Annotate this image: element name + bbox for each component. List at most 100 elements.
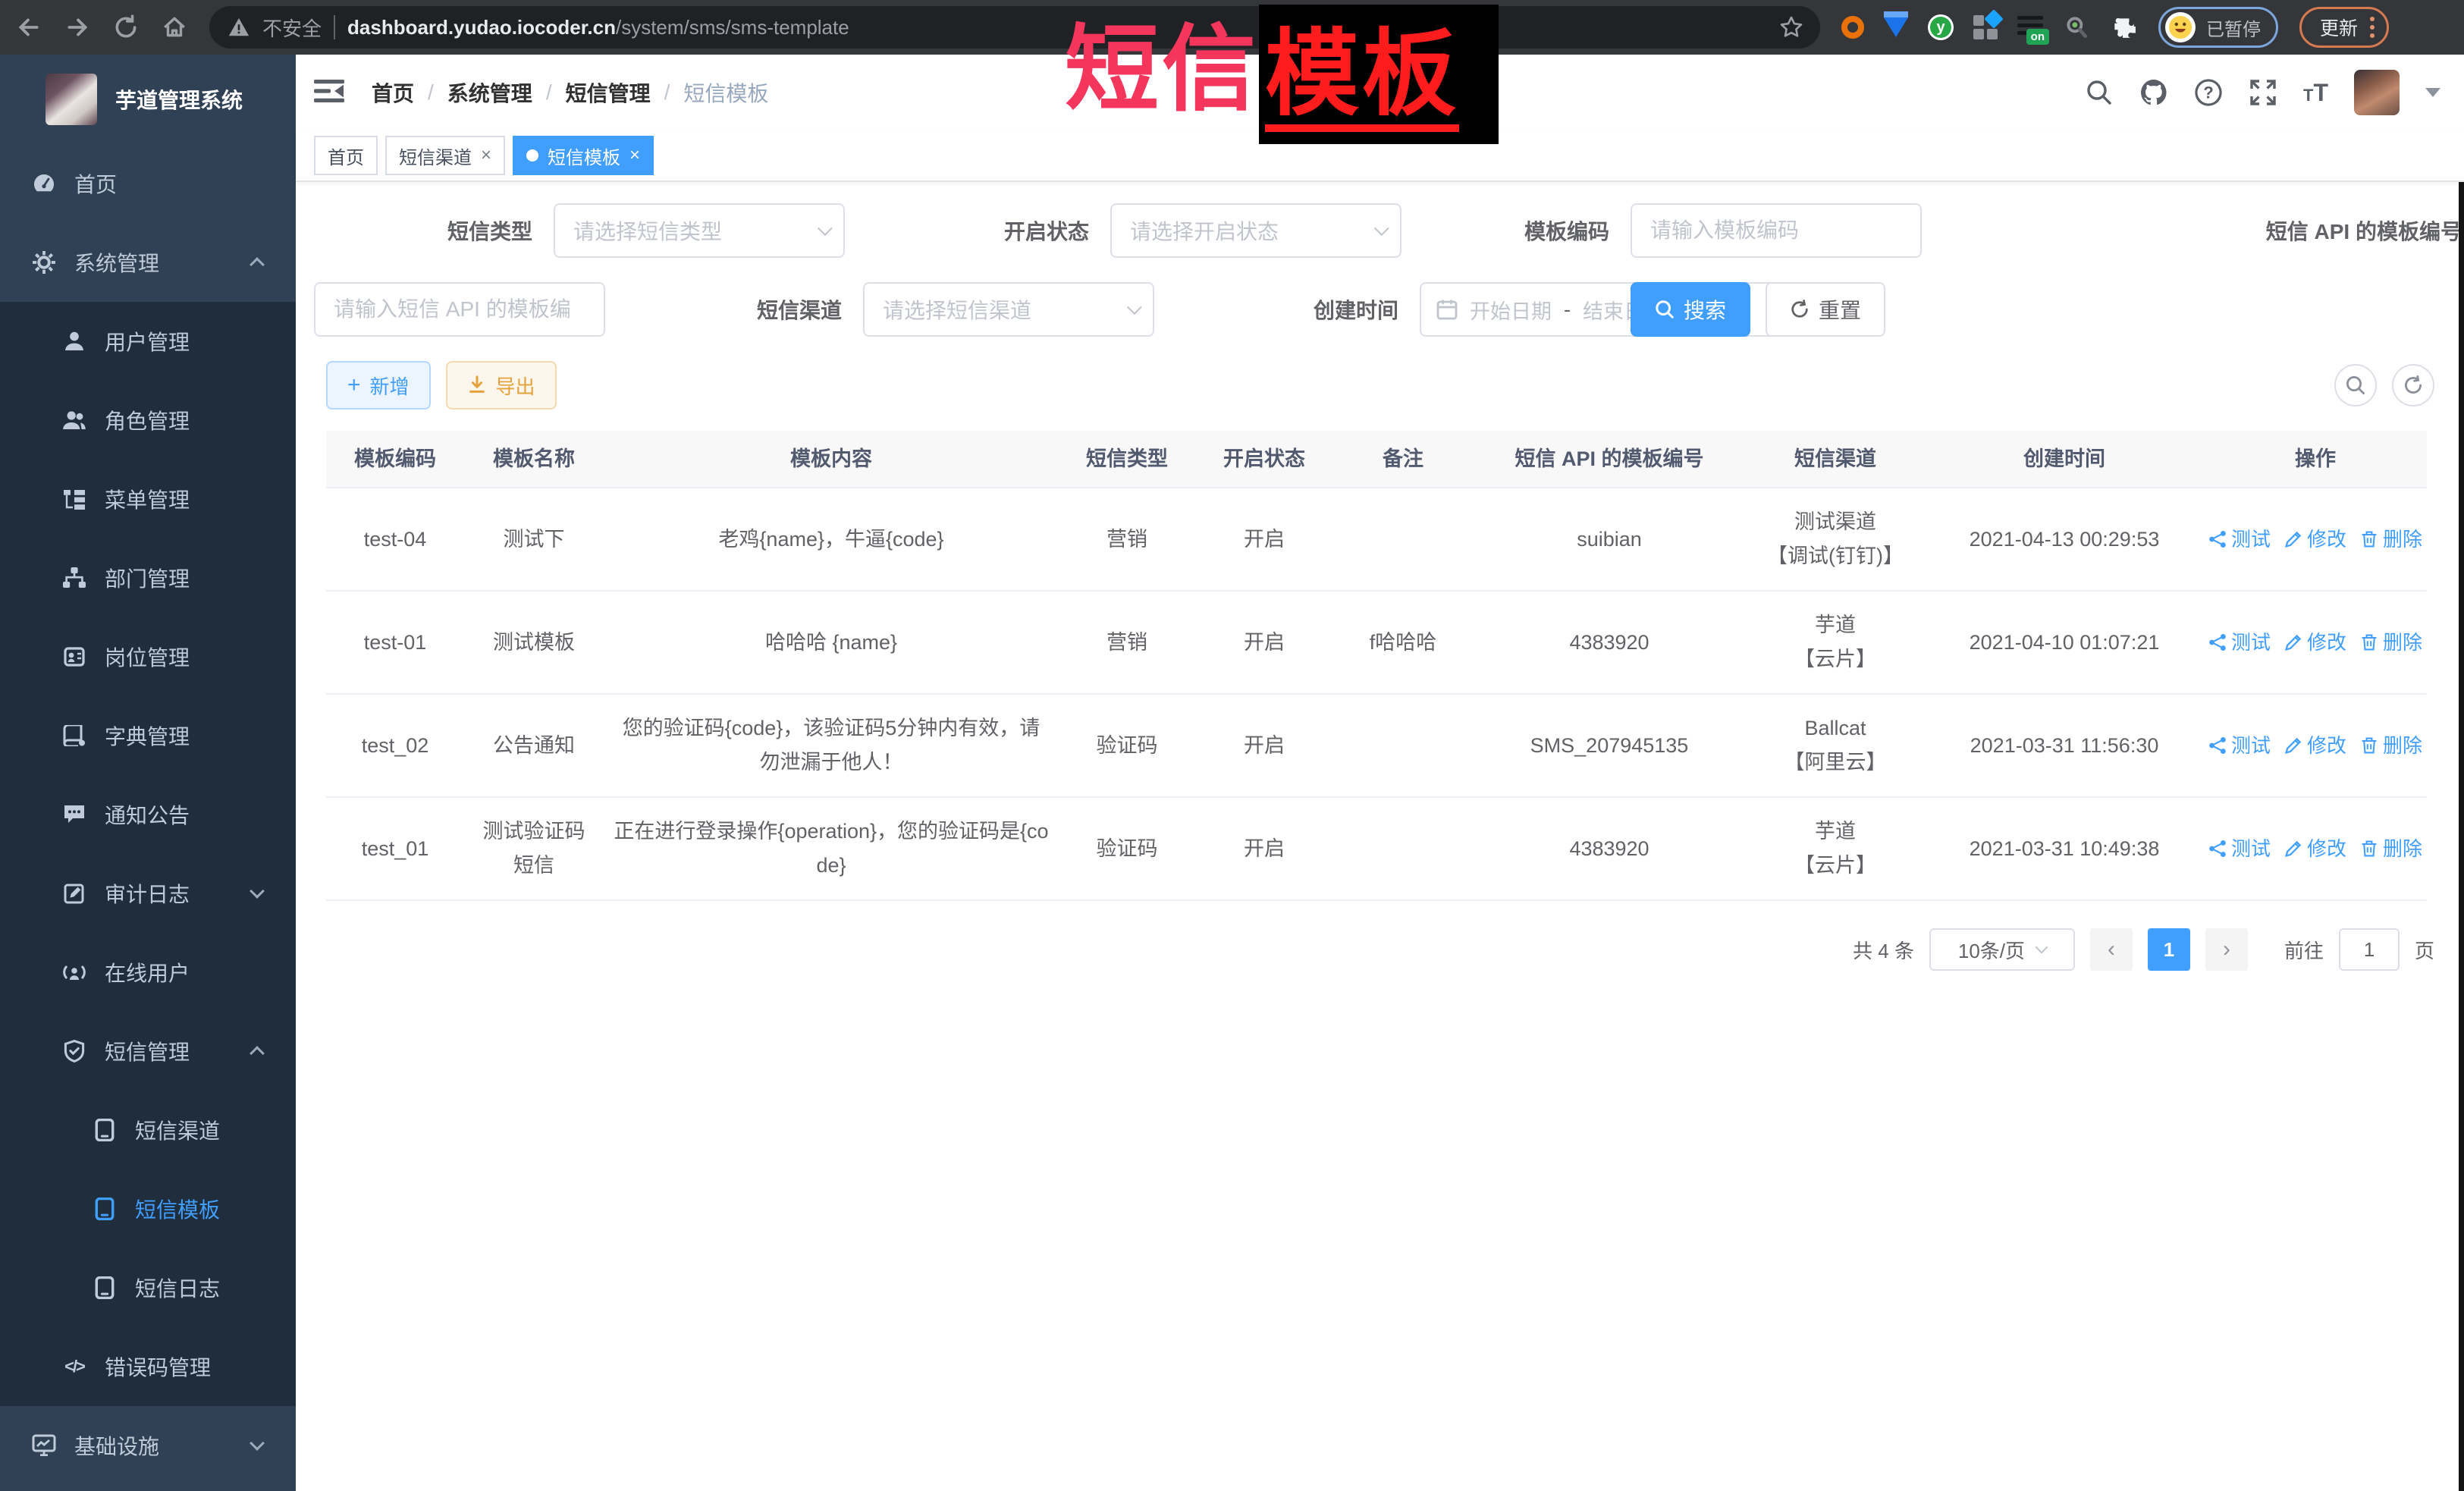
list-extension-icon[interactable]: on <box>2017 16 2043 39</box>
search-form: 短信类型 请选择短信类型 开启状态 请选择开启状态 模板编码 短信 API 的模… <box>296 182 2464 337</box>
table-row: test-01 测试模板 哈哈哈 {name} 营销 开启 f哈哈哈 43839… <box>326 592 2427 695</box>
logo-image <box>46 74 97 125</box>
puzzle-extensions-icon[interactable] <box>2110 14 2137 41</box>
cell-channel: 测试渠道【调试(钉钉)】 <box>1746 496 1925 582</box>
sidebar-item-system[interactable]: 系统管理 <box>0 223 296 302</box>
green-circle-extension-icon[interactable]: y <box>1928 14 1954 40</box>
tab-sms-template[interactable]: 短信模板× <box>513 136 654 175</box>
browser-menu-kebab-icon[interactable] <box>2370 17 2375 38</box>
cell-sms-type: 营销 <box>1059 617 1195 669</box>
back-icon[interactable] <box>15 14 42 41</box>
magnifier-extension-icon[interactable] <box>2063 14 2090 41</box>
forward-icon[interactable] <box>64 14 91 41</box>
search-button[interactable]: 搜索 <box>1631 282 1750 337</box>
test-link[interactable]: 测试 <box>2208 626 2271 659</box>
reload-icon[interactable] <box>112 14 140 41</box>
sidebar-item-sms-channel[interactable]: 短信渠道 <box>0 1091 296 1169</box>
sidebar-item-roles[interactable]: 角色管理 <box>0 381 296 460</box>
sidebar-item-posts[interactable]: 岗位管理 <box>0 617 296 696</box>
edit-link[interactable]: 修改 <box>2284 626 2346 659</box>
page-scrollbar[interactable] <box>2459 182 2464 1491</box>
page-content: 短信类型 请选择短信类型 开启状态 请选择开启状态 模板编码 短信 API 的模… <box>296 182 2464 1491</box>
cell-sms-type: 验证码 <box>1059 720 1195 772</box>
chevron-down-icon <box>1374 221 1389 236</box>
tab-sms-channel[interactable]: 短信渠道× <box>385 136 505 175</box>
user-avatar[interactable] <box>2354 70 2400 115</box>
chevron-up-icon <box>250 257 265 272</box>
show-search-toggle-button[interactable] <box>2334 364 2377 406</box>
sidebar-item-home[interactable]: 首页 <box>0 144 296 223</box>
page-size-select[interactable]: 10条/页 <box>1929 928 2075 971</box>
sidebar-item-infrastructure[interactable]: 基础设施 <box>0 1406 296 1485</box>
cell-sms-type: 验证码 <box>1059 823 1195 875</box>
add-button[interactable]: + 新增 <box>326 361 431 410</box>
breadcrumb-home[interactable]: 首页 <box>372 77 414 108</box>
sidebar-item-sms-log[interactable]: 短信日志 <box>0 1248 296 1327</box>
current-page[interactable]: 1 <box>2148 928 2190 971</box>
search-icon[interactable] <box>2085 78 2114 107</box>
cell-operations: 测试 修改 删除 <box>2204 824 2427 874</box>
test-link[interactable]: 测试 <box>2208 523 2271 556</box>
refresh-table-button[interactable] <box>2392 364 2434 406</box>
sidebar-item-audit-log[interactable]: 审计日志 <box>0 854 296 933</box>
sidebar-item-online-users[interactable]: 在线用户 <box>0 933 296 1012</box>
grid-extension-icon[interactable] <box>1973 15 1998 39</box>
tab-home[interactable]: 首页 <box>314 136 378 175</box>
sms-type-label: 短信类型 <box>314 215 535 246</box>
export-button[interactable]: 导出 <box>446 361 557 410</box>
sidebar-item-sms-management[interactable]: 短信管理 <box>0 1012 296 1091</box>
edit-link[interactable]: 修改 <box>2284 523 2346 556</box>
font-size-icon[interactable]: TT <box>2303 79 2328 107</box>
fullscreen-icon[interactable] <box>2249 78 2277 107</box>
sidebar-item-label: 短信模板 <box>135 1194 220 1224</box>
sidebar-item-menus[interactable]: 菜单管理 <box>0 460 296 538</box>
edit-link[interactable]: 修改 <box>2284 730 2346 762</box>
gem-extension-icon[interactable] <box>1884 17 1908 37</box>
sidebar-item-dictionary[interactable]: 字典管理 <box>0 696 296 775</box>
status-select[interactable]: 请选择开启状态 <box>1110 203 1401 258</box>
update-label: 更新 <box>2320 14 2358 41</box>
breadcrumb-sms[interactable]: 短信管理 <box>566 77 651 108</box>
prev-page-button[interactable]: ‹ <box>2090 928 2133 971</box>
help-question-icon[interactable]: ? <box>2194 78 2223 107</box>
close-icon[interactable]: × <box>481 145 491 166</box>
test-link[interactable]: 测试 <box>2208 833 2271 865</box>
sidebar-item-sms-template[interactable]: 短信模板 <box>0 1169 296 1248</box>
delete-link[interactable]: 删除 <box>2360 523 2422 556</box>
browser-profile-button[interactable]: 已暂停 <box>2158 7 2278 48</box>
edit-link[interactable]: 修改 <box>2284 833 2346 865</box>
reset-button[interactable]: 重置 <box>1766 282 1885 337</box>
template-code-input[interactable] <box>1631 203 1922 258</box>
sidebar-item-departments[interactable]: 部门管理 <box>0 538 296 617</box>
delete-link[interactable]: 删除 <box>2360 833 2422 865</box>
browser-update-button[interactable]: 更新 <box>2299 7 2389 48</box>
phone-icon <box>93 1198 117 1220</box>
address-bar[interactable]: 不安全 dashboard.yudao.iocoder.cn/system/sm… <box>209 6 1820 49</box>
home-icon[interactable] <box>161 14 188 41</box>
github-icon[interactable] <box>2139 78 2168 107</box>
next-page-button[interactable]: › <box>2205 928 2248 971</box>
test-link[interactable]: 测试 <box>2208 730 2271 762</box>
sidebar-item-label: 短信日志 <box>135 1273 220 1303</box>
close-icon[interactable]: × <box>629 145 640 166</box>
sidebar-item-users[interactable]: 用户管理 <box>0 302 296 381</box>
bookmark-star-icon[interactable] <box>1778 14 1805 41</box>
delete-link[interactable]: 删除 <box>2360 730 2422 762</box>
sidebar-item-announcements[interactable]: 通知公告 <box>0 775 296 854</box>
users-icon <box>62 410 86 431</box>
delete-link[interactable]: 删除 <box>2360 626 2422 659</box>
goto-page-input[interactable] <box>2339 928 2400 971</box>
logo-row[interactable]: 芋道管理系统 <box>0 55 296 144</box>
hamburger-icon[interactable] <box>314 77 344 108</box>
breadcrumb-system[interactable]: 系统管理 <box>447 77 532 108</box>
orange-donut-extension-icon[interactable] <box>1841 16 1864 39</box>
sidebar-item-label: 字典管理 <box>105 720 190 751</box>
sms-type-select[interactable]: 请选择短信类型 <box>554 203 845 258</box>
sidebar-item-label: 基础设施 <box>74 1430 159 1461</box>
security-warning-icon <box>228 16 250 39</box>
sidebar-submenu-section: 用户管理 角色管理 菜单管理 部门管理 岗位管理 字典管理 <box>0 302 296 1406</box>
avatar-caret-down-icon[interactable] <box>2425 88 2440 97</box>
badge-icon <box>62 646 86 667</box>
online-users-icon <box>62 962 86 982</box>
sidebar-item-error-codes[interactable]: </> 错误码管理 <box>0 1327 296 1406</box>
